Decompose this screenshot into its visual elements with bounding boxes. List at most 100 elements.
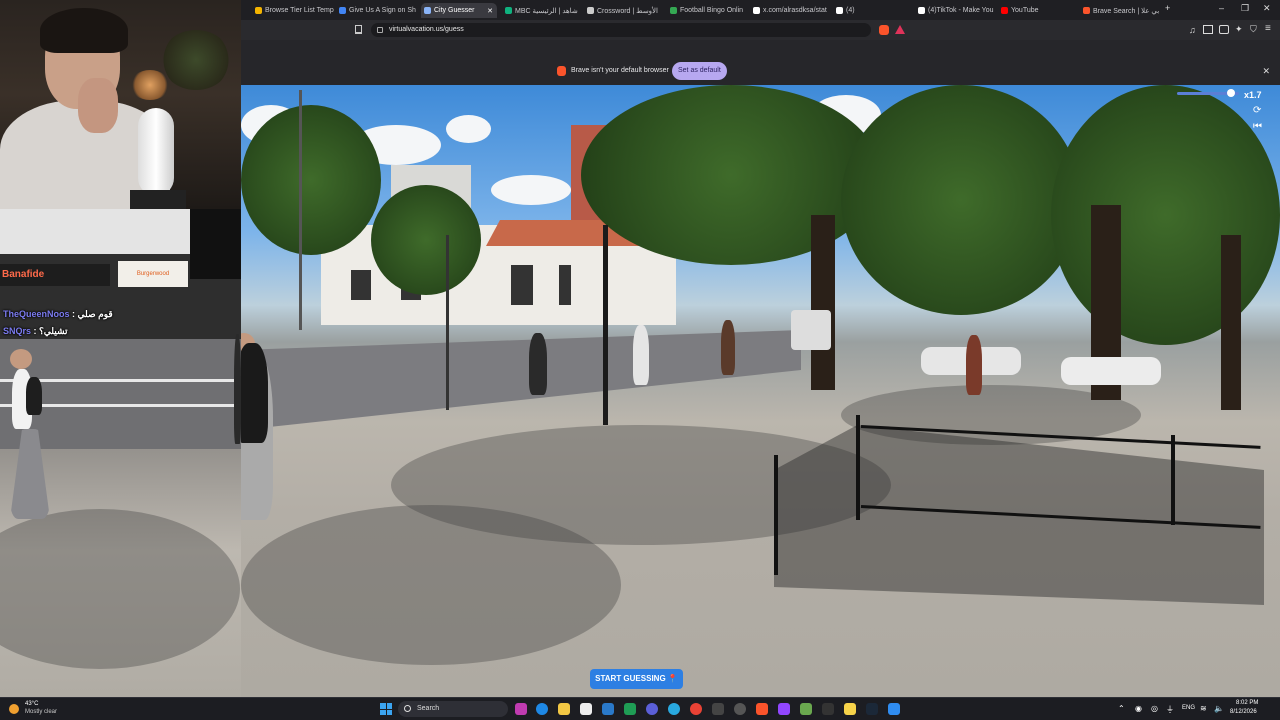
tray-chevron-icon[interactable]: ⌃ — [1118, 704, 1125, 713]
set-default-button[interactable]: Set as default — [672, 62, 727, 80]
street-view-panorama[interactable] — [241, 85, 1280, 697]
minecraft-icon[interactable] — [800, 703, 812, 715]
twitch-icon[interactable] — [778, 703, 790, 715]
app-icon[interactable] — [515, 703, 527, 715]
tab-favicon-icon — [339, 7, 346, 14]
speed-label: x1.7 — [1244, 90, 1262, 100]
brave-rewards-icon[interactable] — [895, 25, 905, 34]
url-field[interactable]: virtualvacation.us/guess — [371, 23, 871, 37]
xbox-icon[interactable] — [624, 703, 636, 715]
tree — [1051, 85, 1280, 345]
minimize-button[interactable]: – — [1219, 3, 1224, 13]
window — [351, 270, 371, 300]
vpn-icon[interactable]: ⛉ — [1250, 24, 1257, 35]
steam-icon[interactable] — [866, 703, 878, 715]
wifi-icon[interactable]: ≋ — [1200, 704, 1207, 713]
tiktok-favicon-icon — [836, 7, 843, 14]
backpack — [26, 377, 42, 415]
telegram-icon[interactable] — [668, 703, 680, 715]
default-browser-notice: Brave isn't your default browser Set as … — [241, 40, 1280, 85]
menu-icon[interactable]: ≡ — [1265, 23, 1271, 34]
tree — [581, 85, 881, 265]
tab-3[interactable]: MBC شاهد | الرئيسية — [505, 3, 583, 18]
tab-title: (4) — [846, 7, 855, 14]
skip-back-icon[interactable]: ⏮ — [1253, 121, 1262, 132]
clock-date[interactable]: 8/12/2026 — [1230, 709, 1257, 715]
app-icon[interactable] — [888, 703, 900, 715]
file-explorer-icon[interactable] — [558, 703, 570, 715]
windows-taskbar: 43°C Mostly clear Search ⌃ ◉ ◎ ⏚ ENG ≋ 🔈… — [0, 697, 1280, 720]
tab-title: Browse Tier List Temp — [265, 7, 334, 14]
site-info-icon[interactable] — [377, 27, 383, 33]
sidebar-icon[interactable] — [1203, 25, 1213, 34]
app-icon[interactable] — [580, 703, 592, 715]
weather-description[interactable]: Mostly clear — [25, 709, 57, 715]
start-menu-icon[interactable] — [380, 703, 392, 715]
tab-title: Give Us A Sign on Sh — [349, 7, 416, 14]
app-icon[interactable] — [822, 703, 834, 715]
maximize-button[interactable]: ❐ — [1241, 3, 1249, 14]
url-text: virtualvacation.us/guess — [389, 26, 464, 33]
extensions-icon[interactable]: ✦ — [1235, 24, 1243, 35]
tab-2-active[interactable]: City Guesser ✕ — [421, 3, 497, 18]
search-icon — [404, 705, 411, 712]
edge-icon[interactable] — [536, 703, 548, 715]
app-icon[interactable] — [602, 703, 614, 715]
chrome-icon[interactable] — [690, 703, 702, 715]
media-icon[interactable]: ♫ — [1189, 25, 1196, 35]
clock-time[interactable]: 8:02 PM — [1236, 700, 1258, 706]
search-label: Search — [417, 705, 440, 712]
brave-shields-icon[interactable] — [879, 25, 889, 35]
traffic-pole — [446, 235, 449, 410]
language-indicator[interactable]: ENG — [1182, 705, 1195, 711]
taskbar-search[interactable]: Search — [398, 701, 508, 717]
notice-text: Brave isn't your default browser — [571, 67, 669, 74]
refresh-icon[interactable]: ⟳ — [1253, 105, 1261, 116]
tab-title: (4)TikTok - Make You — [928, 7, 994, 14]
close-window-button[interactable]: ✕ — [1263, 3, 1271, 14]
tab-8[interactable]: (4)TikTok - Make You — [918, 3, 998, 18]
pedestrian-head — [10, 349, 32, 369]
van — [791, 310, 831, 350]
tray-app-icon[interactable]: ◎ — [1151, 704, 1158, 713]
app-icon[interactable] — [734, 703, 746, 715]
tab-favicon-icon — [424, 7, 431, 14]
webcam-overlay — [0, 0, 241, 209]
wallet-icon[interactable] — [1219, 25, 1229, 34]
tab-9[interactable]: YouTube — [1001, 3, 1079, 18]
tab-1[interactable]: Give Us A Sign on Sh — [339, 3, 419, 18]
dark-storefront — [190, 209, 241, 279]
street-view-panorama-left[interactable]: Banafide Burgerwood — [0, 209, 241, 697]
notice-close-button[interactable]: ✕ — [1262, 66, 1270, 77]
tray-app-icon[interactable]: ◉ — [1135, 704, 1142, 713]
cloud — [446, 115, 491, 143]
tab-7[interactable]: (4) — [836, 3, 914, 18]
speed-slider-handle[interactable] — [1227, 89, 1235, 97]
tab-favicon-icon — [587, 7, 594, 14]
tab-6[interactable]: x.com/alrasdksa/stat — [753, 3, 833, 18]
street-lamp — [603, 225, 608, 425]
app-icon[interactable] — [844, 703, 856, 715]
tab-title: x.com/alrasdksa/stat — [763, 7, 827, 14]
bookmark-icon[interactable] — [355, 25, 362, 34]
tab-4[interactable]: Crossword | الأوسط — [587, 3, 665, 18]
app-icon[interactable] — [712, 703, 724, 715]
fence-post — [856, 415, 860, 520]
pedestrian — [633, 325, 649, 385]
chat-message: TheQueenNoos : قوم صلي — [3, 309, 113, 320]
weather-temperature[interactable]: 43°C — [25, 701, 38, 707]
brave-icon[interactable] — [756, 703, 768, 715]
pedestrian — [721, 320, 735, 375]
usb-icon[interactable]: ⏚ — [1166, 704, 1174, 715]
tab-close-icon[interactable]: ✕ — [487, 7, 497, 15]
tab-title: Crossword | الأوسط — [597, 7, 658, 15]
tab-10[interactable]: Brave Search | بي علا — [1083, 3, 1163, 18]
tab-0[interactable]: Browse Tier List Temp — [255, 3, 337, 18]
start-guessing-button[interactable]: START GUESSING 📍 — [590, 669, 683, 689]
discord-icon[interactable] — [646, 703, 658, 715]
chat-username: SNQrs — [3, 326, 32, 336]
tab-5[interactable]: Football Bingo Onlin — [670, 3, 750, 18]
new-tab-button[interactable]: + — [1165, 3, 1170, 13]
volume-icon[interactable]: 🔈 — [1214, 704, 1224, 713]
weather-moon-icon[interactable] — [9, 704, 19, 714]
